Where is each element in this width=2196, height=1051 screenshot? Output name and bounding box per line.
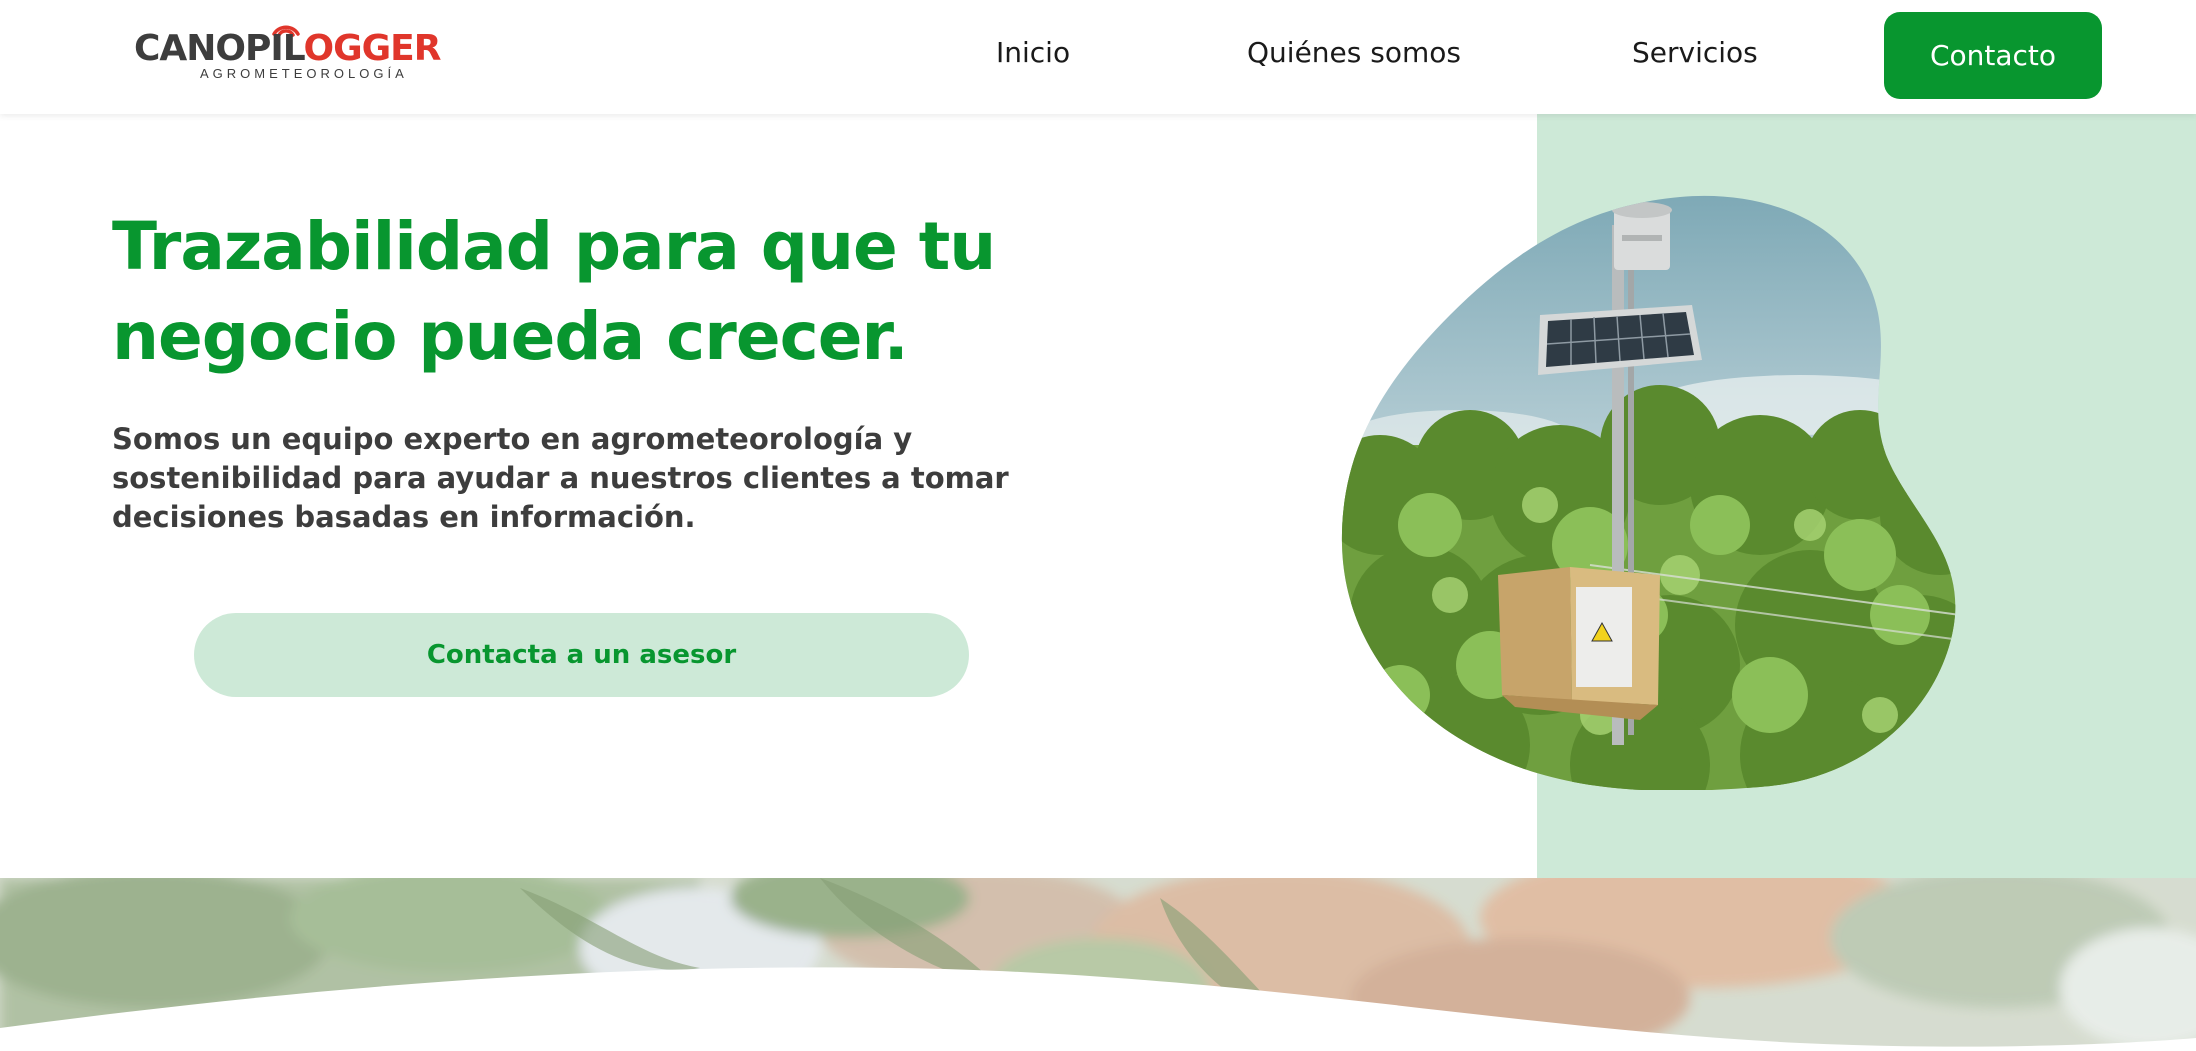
nav-item-quienes-somos[interactable]: Quiénes somos [1247,36,1461,69]
hero-title: Trazabilidad para que tu negocio pueda c… [112,208,996,375]
contact-advisor-button[interactable]: Contacta a un asesor [194,613,969,697]
hero-subtitle: Somos un equipo experto en agrometeorolo… [112,422,1009,534]
logo-wordmark: CANOPILOGGER [134,28,441,69]
canopilogger-logo[interactable]: CANOPILOGGER AGROMETEOROLOGÍA [134,14,441,84]
weather-station-image [1340,195,1960,791]
contact-button[interactable]: Contacto [1884,12,2102,99]
fruit-tree-photo-icon [0,878,2196,1051]
nav-item-inicio[interactable]: Inicio [996,36,1070,69]
site-header: CANOPILOGGER AGROMETEOROLOGÍA Inicio Qui… [0,0,2196,114]
logo-tagline: AGROMETEOROLOGÍA [200,66,408,81]
weather-station-photo-icon [1341,195,1956,791]
nav-item-servicios[interactable]: Servicios [1632,36,1758,69]
fruit-banner [0,878,2196,1051]
